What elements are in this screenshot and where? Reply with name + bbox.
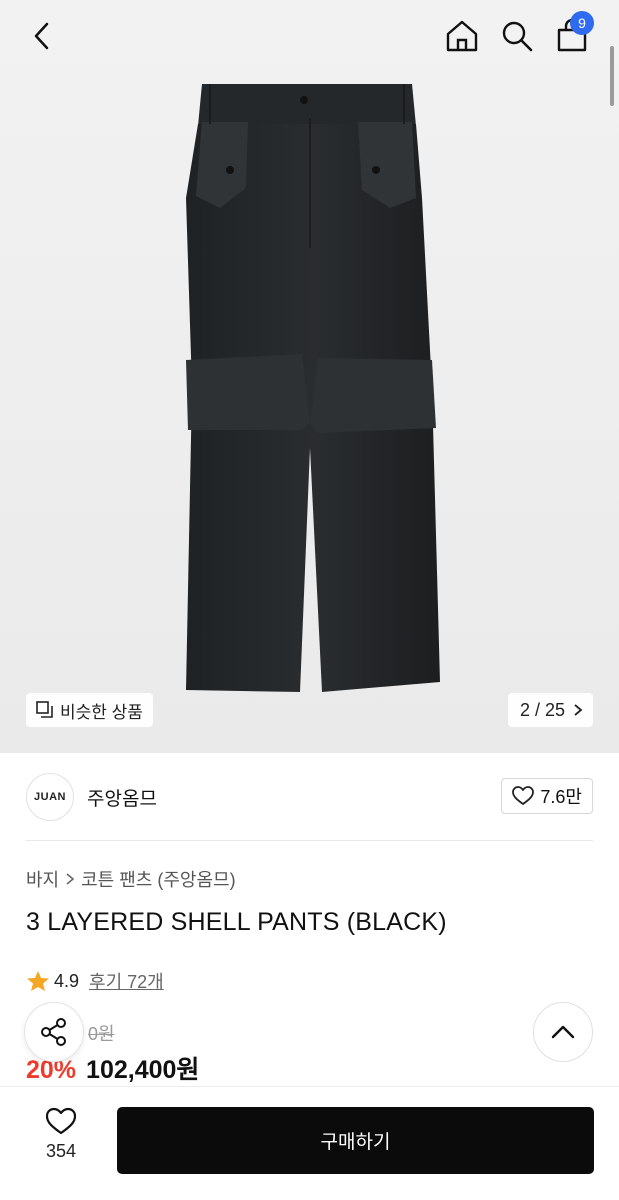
copy-icon [36, 701, 53, 718]
wishlist-button[interactable]: 354 [26, 1107, 96, 1162]
original-price: 0원 [88, 1024, 115, 1044]
heart-icon [512, 786, 535, 805]
rating-value: 4.9 [54, 970, 80, 991]
similar-products-label: 비슷한 상품 [60, 702, 143, 722]
chevron-up-icon [551, 1025, 575, 1039]
share-button[interactable] [24, 1002, 84, 1062]
rating-row: 4.9 후기 72개 [26, 968, 164, 994]
scrollbar[interactable] [610, 46, 614, 106]
share-icon [41, 1018, 66, 1046]
wishlist-count: 354 [45, 1141, 77, 1161]
cart-button[interactable]: 9 [550, 11, 594, 58]
chevron-right-icon [66, 873, 75, 885]
image-pager[interactable]: 2 / 25 [507, 693, 593, 727]
chevron-left-icon [34, 22, 49, 50]
brand-row: JUAN 주앙옴므 7.6만 [0, 753, 619, 841]
product-title: 3 LAYERED SHELL PANTS (BLACK) [26, 908, 447, 936]
brand-like-button[interactable]: 7.6만 [501, 778, 593, 814]
bottom-action-bar: 354 구매하기 [0, 1086, 619, 1200]
sale-price: 102,400원 [86, 1056, 200, 1084]
product-photo [186, 84, 440, 692]
scroll-top-button[interactable] [533, 1002, 593, 1062]
star-icon [27, 971, 49, 991]
brand-name[interactable]: 주앙옴므 [87, 784, 157, 811]
home-icon [446, 20, 478, 52]
image-pager-text: 2 / 25 [519, 699, 565, 720]
search-icon [502, 21, 533, 52]
divider [26, 840, 593, 841]
heart-icon [45, 1107, 77, 1135]
home-button[interactable] [440, 14, 484, 58]
product-image-gallery[interactable]: 9 비슷한 상품 2 / 25 [0, 0, 619, 753]
back-button[interactable] [20, 14, 64, 58]
cart-count-badge: 9 [570, 11, 594, 35]
review-link[interactable]: 후기 72개 [89, 968, 164, 994]
breadcrumb-category[interactable]: 바지 [26, 866, 59, 892]
top-navigation-bar: 9 [0, 0, 619, 72]
buy-button[interactable]: 구매하기 [117, 1107, 594, 1174]
search-button[interactable] [495, 14, 539, 58]
breadcrumb-subcategory[interactable]: 코튼 팬츠 (주앙옴므) [81, 866, 235, 892]
brand-logo[interactable]: JUAN [26, 773, 74, 821]
chevron-right-icon [574, 704, 583, 716]
breadcrumb: 바지 코튼 팬츠 (주앙옴므) [26, 866, 236, 892]
similar-products-button[interactable]: 비슷한 상품 [26, 693, 153, 727]
brand-like-count: 7.6만 [540, 787, 582, 807]
